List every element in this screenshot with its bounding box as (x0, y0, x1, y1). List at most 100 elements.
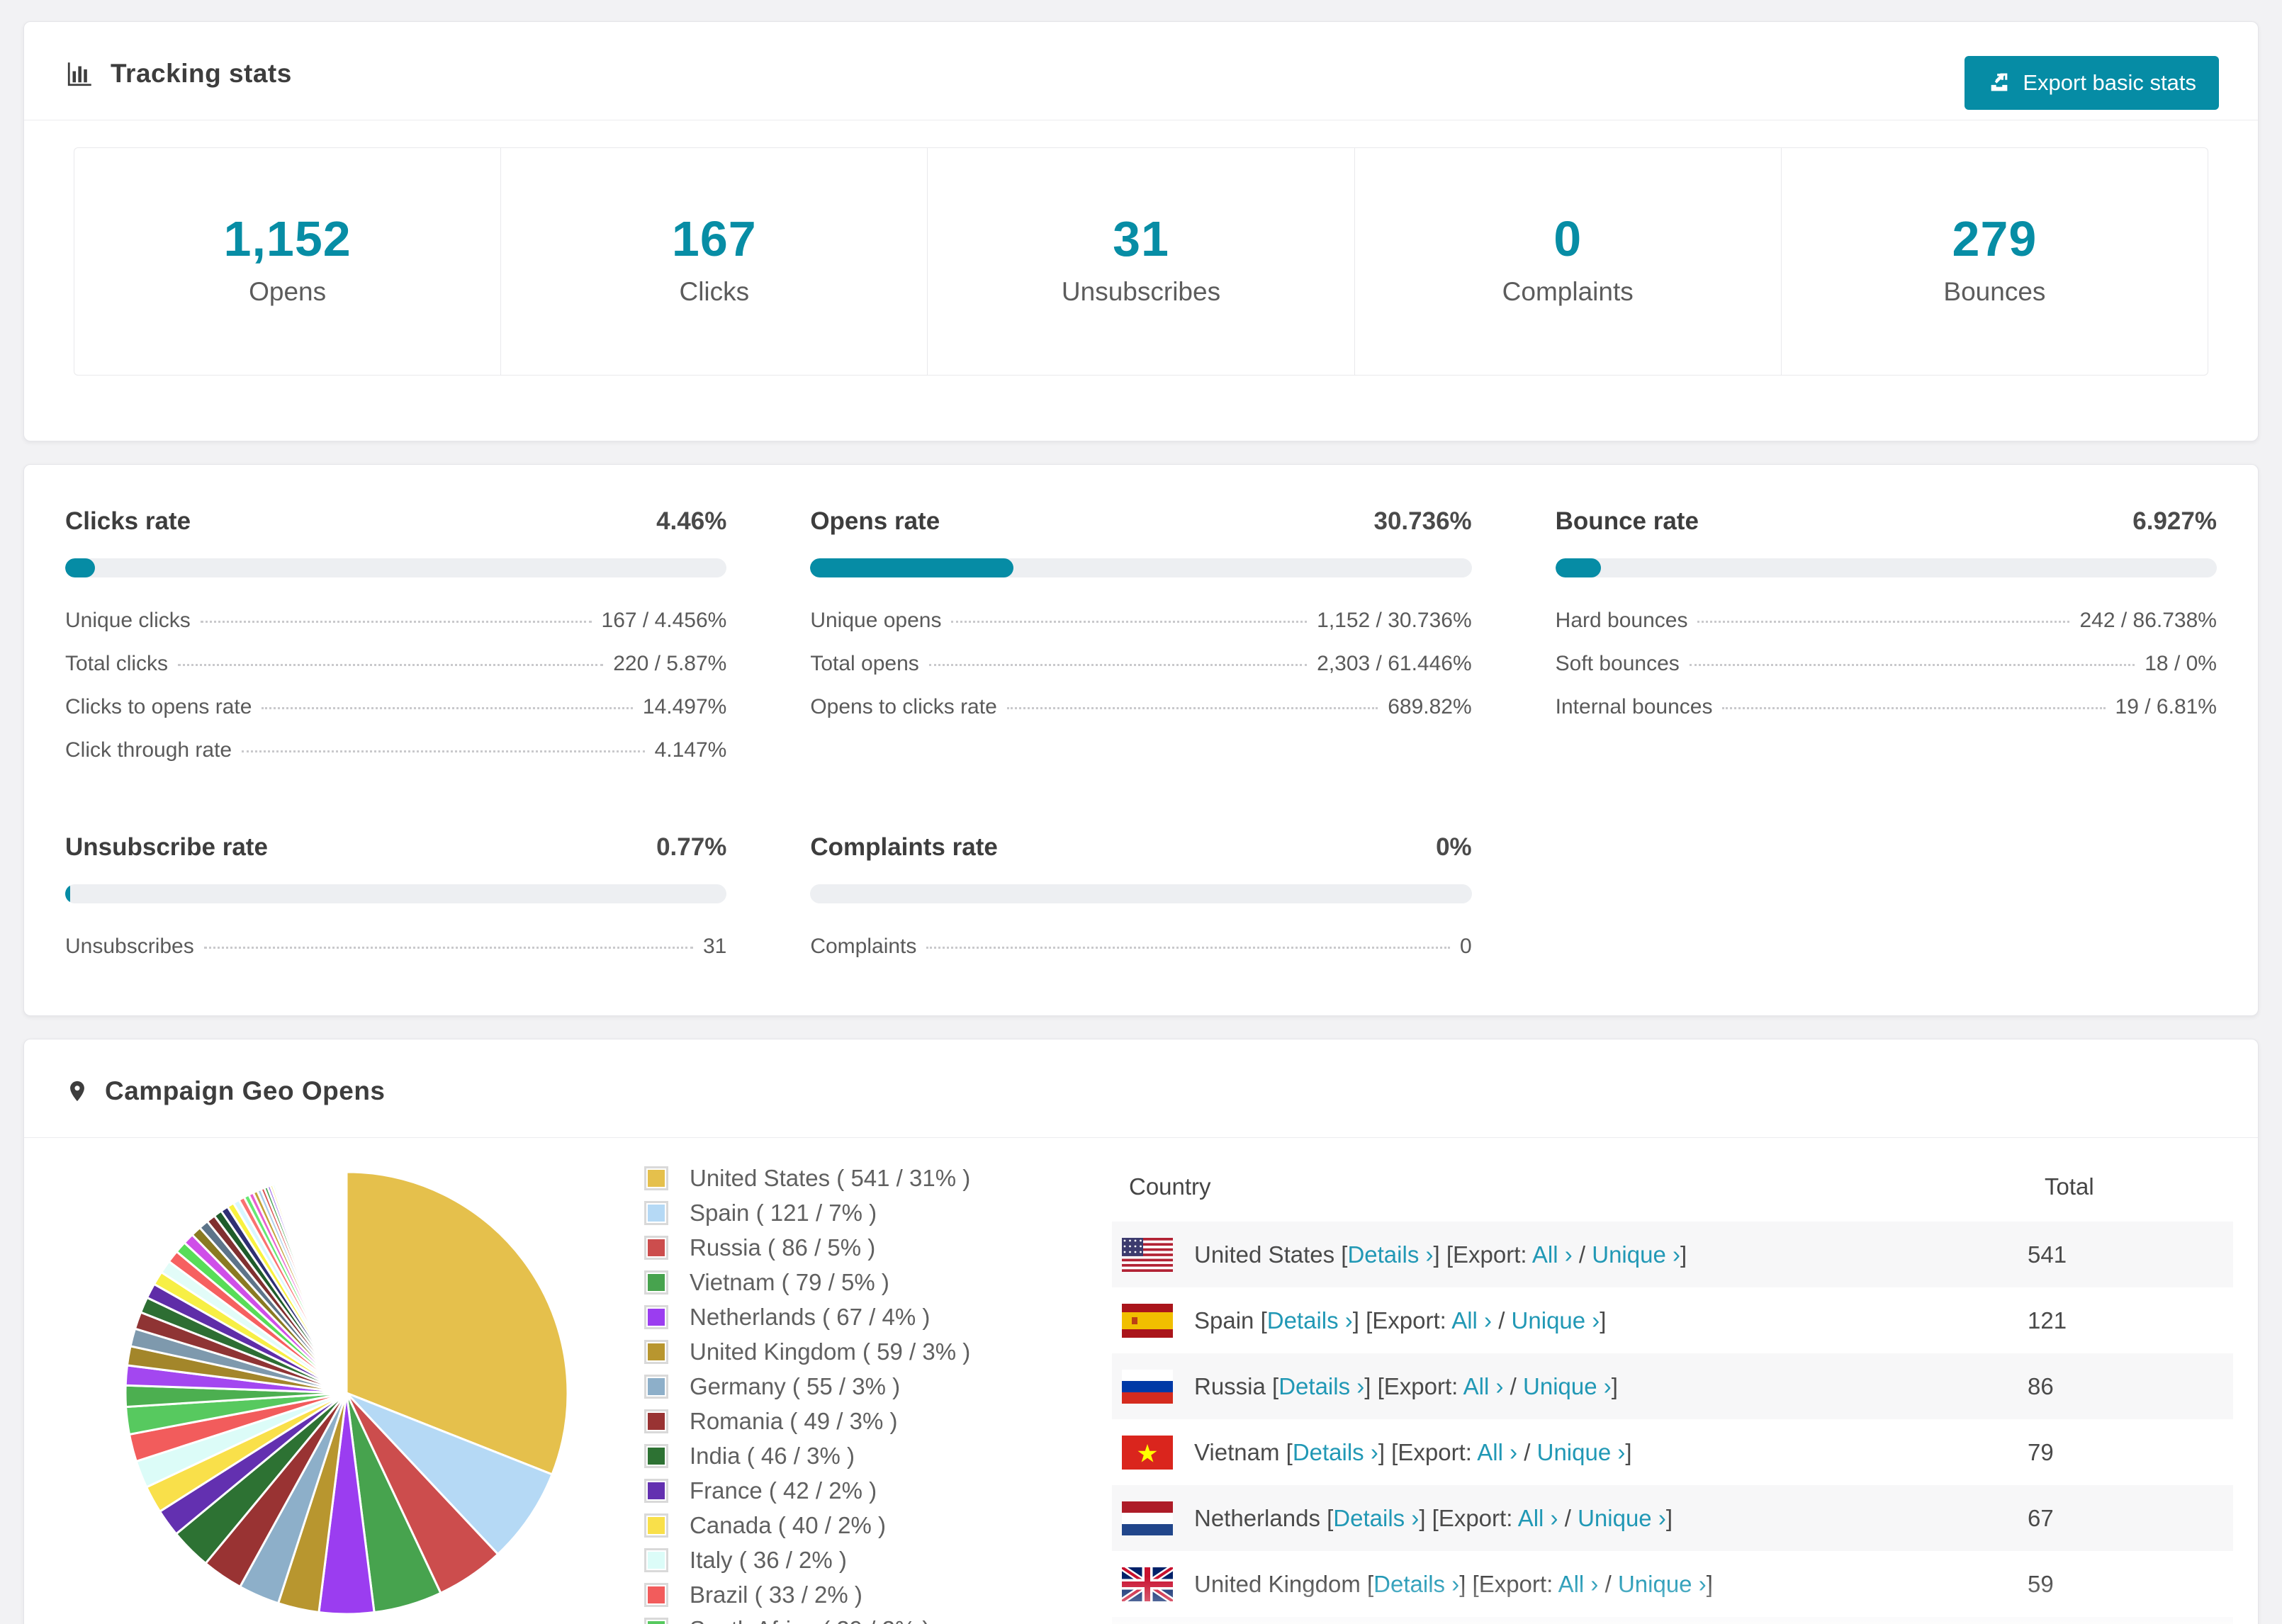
country-links: Spain [Details ›] [Export: All › / Uniqu… (1194, 1307, 1607, 1333)
export-all-link[interactable]: All › (1463, 1373, 1504, 1399)
summary-value: 167 (671, 211, 757, 266)
rate-block-opens-rate: Opens rate 30.736% Unique opens 1,152 / 30.… (810, 507, 1472, 762)
export-all-link[interactable]: All › (1518, 1505, 1558, 1531)
detail-row: Complaints 0 (810, 935, 1471, 959)
map-pin-icon (70, 1081, 84, 1102)
detail-row: Soft bounces 18 / 0% (1556, 652, 2217, 676)
country-name: United Kingdom (1194, 1570, 1367, 1597)
dotted-leader (1697, 621, 2070, 623)
export-all-link[interactable]: All › (1532, 1241, 1573, 1268)
rate-title: Unsubscribe rate (65, 833, 268, 861)
export-unique-link[interactable]: Unique › (1523, 1373, 1612, 1399)
legend-swatch (644, 1201, 668, 1225)
legend-item: South Africa ( 29 / 2% ) (644, 1616, 1105, 1624)
total-cell: 541 (2028, 1241, 2067, 1268)
detail-label: Total opens (810, 652, 919, 675)
legend-label: Netherlands ( 67 / 4% ) (690, 1304, 931, 1330)
detail-row: Total opens 2,303 / 61.446% (810, 652, 1471, 676)
geo-pie-wrap (70, 1152, 644, 1624)
legend-label: United Kingdom ( 59 / 3% ) (690, 1338, 971, 1365)
details-link[interactable]: Details › (1278, 1373, 1364, 1399)
tracking-stats-card: Tracking stats Export basic stats 1,152 O… (23, 21, 2259, 441)
country-cell: Netherlands [Details ›] [Export: All › /… (1112, 1485, 2028, 1551)
legend-swatch (644, 1236, 668, 1260)
details-link[interactable]: Details › (1333, 1505, 1419, 1531)
country-name: United States (1194, 1241, 1342, 1268)
dotted-leader (200, 621, 592, 623)
table-row-ru: Russia [Details ›] [Export: All › / Uniq… (1112, 1353, 2233, 1419)
export-unique-link[interactable]: Unique › (1537, 1439, 1626, 1465)
rate-title: Bounce rate (1555, 507, 1699, 535)
detail-label: Hard bounces (1555, 609, 1688, 632)
detail-label: Complaints (810, 935, 917, 958)
detail-value: 19 / 6.81% (2115, 695, 2217, 718)
legend-item: Russia ( 86 / 5% ) (644, 1234, 1105, 1261)
geo-legend: United States ( 541 / 31% ) Spain ( 121 /… (644, 1152, 1105, 1624)
detail-value: 14.497% (642, 695, 727, 718)
summary-value: 0 (1553, 211, 1583, 266)
details-link[interactable]: Details › (1267, 1307, 1353, 1333)
rate-value: 0.77% (656, 833, 727, 861)
export-all-link[interactable]: All › (1451, 1307, 1492, 1333)
legend-label: Germany ( 55 / 3% ) (690, 1373, 901, 1399)
detail-value: 31 (702, 935, 727, 958)
tracking-stats-header: Tracking stats Export basic stats (24, 22, 2258, 120)
es-flag-icon (1122, 1303, 1173, 1338)
rate-title: Clicks rate (65, 507, 191, 535)
rate-progress-bar (65, 884, 727, 903)
legend-label: United States ( 541 / 31% ) (690, 1165, 971, 1191)
dotted-leader (926, 947, 1450, 949)
rate-progress-fill (65, 884, 71, 903)
detail-label: Total clicks (65, 652, 169, 675)
detail-value: 689.82% (1388, 695, 1472, 718)
country-links: Netherlands [Details ›] [Export: All › /… (1194, 1504, 1673, 1531)
export-basic-stats-button[interactable]: Export basic stats (1965, 56, 2219, 110)
total-cell: 79 (2028, 1438, 2054, 1465)
export-all-link[interactable]: All › (1477, 1439, 1517, 1465)
detail-value: 167 / 4.456% (601, 609, 727, 632)
legend-item: Brazil ( 33 / 2% ) (644, 1581, 1105, 1608)
country-name: Spain (1194, 1307, 1261, 1333)
export-unique-link[interactable]: Unique › (1578, 1505, 1666, 1531)
rate-head: Bounce rate 6.927% (1556, 507, 2217, 536)
table-row-us: United States [Details ›] [Export: All ›… (1112, 1222, 2233, 1287)
detail-value: 242 / 86.738% (2079, 609, 2217, 632)
rates-grid: Clicks rate 4.46% Unique clicks 167 / 4.456… (65, 507, 2217, 959)
country-links: United Kingdom [Details ›] [Export: All … (1194, 1570, 1713, 1597)
export-unique-link[interactable]: Unique › (1618, 1571, 1707, 1597)
details-link[interactable]: Details › (1293, 1439, 1378, 1465)
legend-label: Vietnam ( 79 / 5% ) (690, 1269, 889, 1295)
summary-cell-clicks: 167 Clicks (500, 148, 927, 375)
page-title: Tracking stats (111, 59, 292, 88)
rate-block-unsubscribe-rate: Unsubscribe rate 0.77% Unsubscribes 31 (65, 833, 727, 959)
total-cell: 55 (2028, 1617, 2233, 1624)
dotted-leader (262, 707, 633, 709)
export-unique-link[interactable]: Unique › (1512, 1307, 1600, 1333)
detail-label: Unsubscribes (65, 935, 194, 958)
rate-value: 30.736% (1373, 507, 1472, 535)
us-flag-icon (1122, 1237, 1173, 1272)
legend-item: United Kingdom ( 59 / 3% ) (644, 1338, 1105, 1365)
rate-title: Complaints rate (810, 833, 998, 861)
export-unique-link[interactable]: Unique › (1592, 1241, 1680, 1268)
legend-label: France ( 42 / 2% ) (690, 1477, 877, 1504)
legend-swatch (644, 1548, 668, 1572)
details-link[interactable]: Details › (1373, 1571, 1459, 1597)
legend-item: United States ( 541 / 31% ) (644, 1165, 1105, 1192)
detail-row: Unsubscribes 31 (65, 935, 726, 959)
export-all-link[interactable]: All › (1558, 1571, 1599, 1597)
legend-label: Brazil ( 33 / 2% ) (690, 1581, 862, 1608)
total-cell: 59 (2028, 1570, 2054, 1597)
summary-label: Bounces (1943, 277, 2046, 306)
legend-swatch (644, 1270, 668, 1295)
summary-cell-opens: 1,152 Opens (74, 148, 500, 375)
geo-header: Campaign Geo Opens (24, 1039, 2258, 1137)
legend-swatch (644, 1409, 668, 1433)
geo-table-wrap: Country Total United States [Details ›] … (1112, 1152, 2233, 1624)
details-link[interactable]: Details › (1347, 1241, 1433, 1268)
detail-label: Internal bounces (1555, 695, 1713, 718)
legend-label: Spain ( 121 / 7% ) (690, 1200, 877, 1226)
geo-title: Campaign Geo Opens (105, 1076, 386, 1105)
rate-progress-bar (810, 558, 1472, 577)
legend-item: Vietnam ( 79 / 5% ) (644, 1269, 1105, 1296)
